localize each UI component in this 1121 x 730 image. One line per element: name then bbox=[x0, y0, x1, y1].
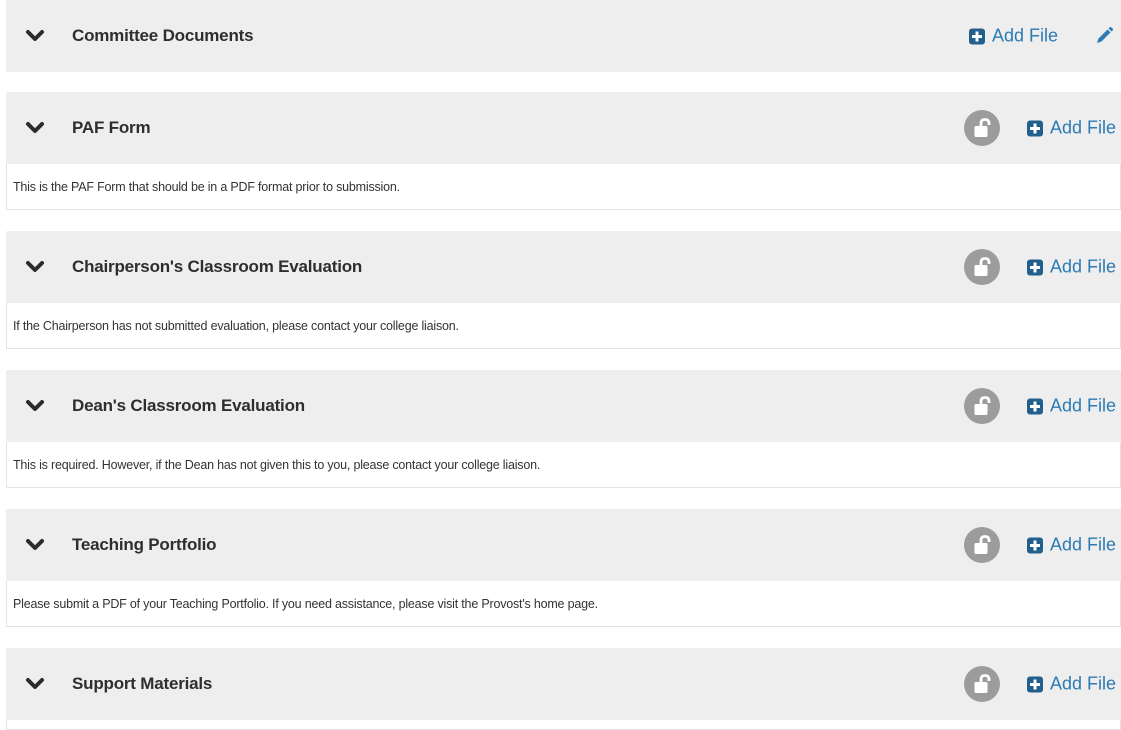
section-body: If the Chairperson has not submitted eva… bbox=[6, 303, 1121, 349]
pencil-icon[interactable] bbox=[1094, 26, 1114, 46]
section-title: Dean's Classroom Evaluation bbox=[72, 396, 305, 415]
plus-square-icon bbox=[969, 28, 985, 44]
add-file-button[interactable]: Add File bbox=[1027, 257, 1116, 278]
section-dean-evaluation: Dean's Classroom Evaluation Add File Thi… bbox=[6, 370, 1121, 488]
unlock-button[interactable] bbox=[964, 110, 1000, 146]
add-file-button[interactable]: Add File bbox=[1027, 674, 1116, 695]
section-header[interactable]: PAF Form Add File bbox=[6, 92, 1121, 164]
plus-square-icon bbox=[1027, 120, 1043, 136]
add-file-label: Add File bbox=[1050, 673, 1117, 694]
section-body: This is required. However, if the Dean h… bbox=[6, 442, 1121, 488]
section-body bbox=[6, 720, 1121, 730]
section-header[interactable]: Support Materials Add File bbox=[6, 648, 1121, 720]
section-description: This is required. However, if the Dean h… bbox=[13, 457, 541, 472]
section-committee-documents: Committee Documents Add File bbox=[6, 0, 1121, 72]
chevron-down-icon[interactable] bbox=[25, 121, 45, 135]
chevron-down-icon[interactable] bbox=[25, 538, 45, 552]
section-paf-form: PAF Form Add File This is the PAF Form t… bbox=[6, 92, 1121, 210]
add-file-label: Add File bbox=[1050, 395, 1117, 416]
add-file-button[interactable]: Add File bbox=[969, 26, 1058, 47]
unlock-icon bbox=[974, 118, 991, 137]
chevron-down-icon[interactable] bbox=[25, 399, 45, 413]
section-description: This is the PAF Form that should be in a… bbox=[13, 179, 400, 194]
unlock-icon bbox=[974, 674, 991, 693]
plus-square-icon bbox=[1027, 398, 1043, 414]
section-teaching-portfolio: Teaching Portfolio Add File Please submi… bbox=[6, 509, 1121, 627]
add-file-label: Add File bbox=[1050, 534, 1117, 555]
chevron-down-icon[interactable] bbox=[25, 29, 45, 43]
chevron-down-icon[interactable] bbox=[25, 260, 45, 274]
unlock-button[interactable] bbox=[964, 249, 1000, 285]
unlock-icon bbox=[974, 396, 991, 415]
section-header[interactable]: Teaching Portfolio Add File bbox=[6, 509, 1121, 581]
unlock-icon bbox=[974, 535, 991, 554]
plus-square-icon bbox=[1027, 259, 1043, 275]
add-file-label: Add File bbox=[992, 25, 1059, 46]
section-title: Committee Documents bbox=[72, 26, 254, 45]
plus-square-icon bbox=[1027, 537, 1043, 553]
unlock-button[interactable] bbox=[964, 666, 1000, 702]
section-title: PAF Form bbox=[72, 118, 151, 137]
section-header[interactable]: Chairperson's Classroom Evaluation Add F… bbox=[6, 231, 1121, 303]
add-file-button[interactable]: Add File bbox=[1027, 118, 1116, 139]
chevron-down-icon[interactable] bbox=[25, 677, 45, 691]
section-header[interactable]: Dean's Classroom Evaluation Add File bbox=[6, 370, 1121, 442]
unlock-icon bbox=[974, 257, 991, 276]
section-title: Teaching Portfolio bbox=[72, 535, 217, 554]
section-title: Chairperson's Classroom Evaluation bbox=[72, 257, 363, 276]
add-file-label: Add File bbox=[1050, 256, 1117, 277]
section-chairperson-evaluation: Chairperson's Classroom Evaluation Add F… bbox=[6, 231, 1121, 349]
section-body: This is the PAF Form that should be in a… bbox=[6, 164, 1121, 210]
add-file-label: Add File bbox=[1050, 117, 1117, 138]
section-support-materials: Support Materials Add File bbox=[6, 648, 1121, 730]
section-description: Please submit a PDF of your Teaching Por… bbox=[13, 596, 598, 611]
unlock-button[interactable] bbox=[964, 388, 1000, 424]
unlock-button[interactable] bbox=[964, 527, 1000, 563]
section-body: Please submit a PDF of your Teaching Por… bbox=[6, 581, 1121, 627]
section-header[interactable]: Committee Documents Add File bbox=[6, 0, 1121, 72]
section-description: If the Chairperson has not submitted eva… bbox=[13, 318, 459, 333]
add-file-button[interactable]: Add File bbox=[1027, 396, 1116, 417]
add-file-button[interactable]: Add File bbox=[1027, 535, 1116, 556]
plus-square-icon bbox=[1027, 676, 1043, 692]
section-title: Support Materials bbox=[72, 674, 213, 693]
